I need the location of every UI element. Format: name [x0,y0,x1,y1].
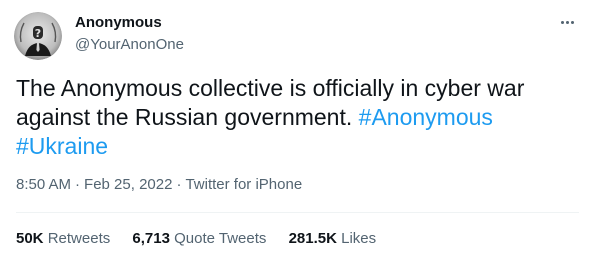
retweets-count: 50K [16,230,44,247]
tweet-time[interactable]: 8:50 AM [16,176,71,193]
divider [16,212,579,213]
tweet-card: ? Anonymous @YourAnonOne The Anonymous c… [0,0,595,263]
hashtag-link-ukraine[interactable]: #Ukraine [16,133,108,159]
more-horizontal-icon [560,20,564,24]
meta-separator: · [176,176,182,193]
tweet-stats: 50K Retweets 6,713 Quote Tweets 281.5K L… [16,230,394,247]
hashtag-link-anonymous[interactable]: #Anonymous [359,104,493,130]
tweet-date[interactable]: Feb 25, 2022 [84,176,172,193]
retweets-label: Retweets [47,230,111,247]
likes-label: Likes [341,230,377,247]
quote-tweets-label: Quote Tweets [174,230,267,247]
tweet-text-line2: against the Russian government. [16,104,359,130]
svg-text:?: ? [35,27,41,40]
avatar[interactable]: ? [14,12,62,60]
anonymous-mask-avatar: ? [14,12,62,60]
tweet-text: The Anonymous collective is officially i… [16,74,581,161]
retweets-stat[interactable]: 50K Retweets [16,230,110,247]
meta-separator: · [75,176,81,193]
quote-tweets-stat[interactable]: 6,713 Quote Tweets [132,230,266,247]
likes-stat[interactable]: 281.5K Likes [289,230,377,247]
tweet-source[interactable]: Twitter for iPhone [185,176,302,193]
author-handle[interactable]: @YourAnonOne [75,36,184,53]
tweet-meta: 8:50 AM · Feb 25, 2022 · Twitter for iPhone [16,176,302,193]
tweet-text-line1: The Anonymous collective is officially i… [16,75,525,101]
likes-count: 281.5K [288,230,337,247]
author-name[interactable]: Anonymous [75,14,162,31]
more-options-button[interactable] [557,12,577,32]
quote-tweets-count: 6,713 [132,230,170,247]
